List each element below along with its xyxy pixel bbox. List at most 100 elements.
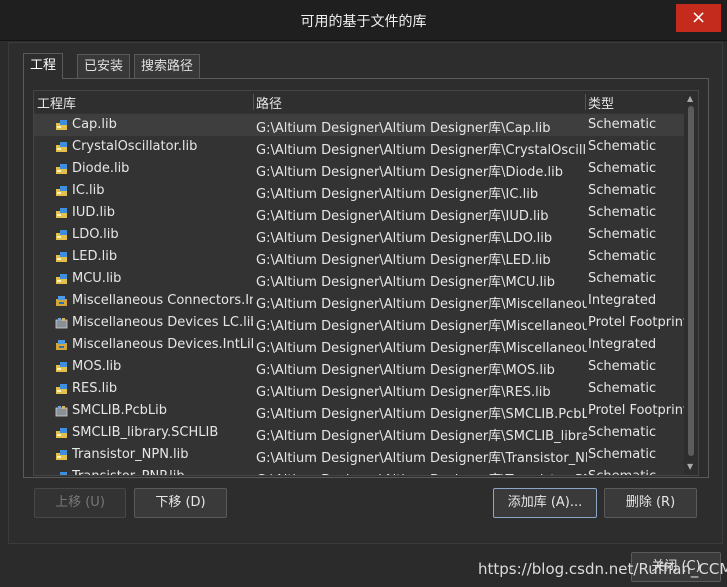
column-header-library[interactable]: 工程库 — [37, 93, 76, 112]
library-name-cell: MCU.lib — [72, 271, 122, 286]
library-name-cell: MOS.lib — [72, 359, 122, 374]
schlib-icon — [56, 362, 67, 372]
scroll-up-arrow-icon[interactable]: ▲ — [687, 94, 693, 103]
schlib-icon — [56, 274, 67, 284]
library-type-cell: Schematic — [588, 227, 657, 242]
library-path-cell: G:\Altium Designer\Altium Designer库\Cap.… — [256, 121, 551, 136]
column-header-path[interactable]: 路径 — [256, 93, 282, 112]
table-row[interactable]: IUD.lib G:\Altium Designer\Altium Designe… — [34, 202, 684, 224]
pcblib-icon — [55, 406, 68, 417]
intlib-icon — [56, 340, 67, 350]
schlib-icon — [56, 384, 67, 394]
library-type-cell: Schematic — [588, 359, 657, 374]
table-row[interactable]: MOS.lib G:\Altium Designer\Altium Designe… — [34, 356, 684, 378]
scrollbar-thumb[interactable] — [688, 106, 694, 456]
intlib-icon — [56, 296, 67, 306]
library-path-cell: G:\Altium Designer\Altium Designer库\SMCL… — [256, 429, 587, 444]
table-row[interactable]: MCU.lib G:\Altium Designer\Altium Designe… — [34, 268, 684, 290]
library-type-cell: Schematic — [588, 117, 657, 132]
schlib-icon — [56, 450, 67, 460]
library-name-cell: IUD.lib — [72, 205, 115, 220]
schlib-icon — [56, 120, 67, 130]
library-name-cell: SMCLIB_library.SCHLIB — [72, 425, 219, 440]
library-path-cell: G:\Altium Designer\Altium Designer库\LED.… — [256, 253, 551, 268]
library-name-cell: Miscellaneous Connectors.IntLib — [72, 293, 253, 308]
move-down-button[interactable]: 下移 (D) — [134, 488, 227, 518]
library-type-cell: Integrated — [588, 337, 657, 352]
library-name-cell: Miscellaneous Devices.IntLib — [72, 337, 253, 352]
library-path-cell: G:\Altium Designer\Altium Designer库\LDO.… — [256, 231, 553, 246]
schlib-icon — [56, 208, 67, 218]
library-table[interactable]: 工程库 路径 类型 Cap.lib G:\Altium Designer\Alti… — [33, 90, 699, 476]
library-name-cell: LED.lib — [72, 249, 118, 264]
table-row[interactable]: LED.lib G:\Altium Designer\Altium Designe… — [34, 246, 684, 268]
library-path-cell: G:\Altium Designer\Altium Designer库\Misc… — [256, 297, 587, 312]
title-bar: 可用的基于文件的库 × — [0, 0, 727, 41]
library-type-cell: Schematic — [588, 205, 657, 220]
table-row[interactable]: RES.lib G:\Altium Designer\Altium Designe… — [34, 378, 684, 400]
schlib-icon — [60, 472, 67, 475]
remove-button[interactable]: 删除 (R) — [604, 488, 697, 518]
library-type-cell: Schematic — [588, 447, 657, 462]
library-name-cell: Transistor_PNP.lib — [72, 469, 253, 475]
library-name-cell: LDO.lib — [72, 227, 119, 242]
column-divider[interactable] — [585, 94, 586, 110]
table-row[interactable]: Transistor_PNP.libG:\Altium Designer\Alt… — [34, 466, 684, 475]
tab-installed[interactable]: 已安装 — [77, 54, 131, 78]
library-path-cell: G:\Altium Designer\Altium Designer库\RES.… — [256, 385, 551, 400]
table-row[interactable]: Transistor_NPN.lib G:\Altium Designer\Alt… — [34, 444, 684, 466]
library-path-cell: G:\Altium Designer\Altium Designer库\Misc… — [256, 341, 587, 356]
add-library-button[interactable]: 添加库 (A)... — [493, 488, 597, 518]
table-row[interactable]: Diode.lib G:\Altium Designer\Altium Desig… — [34, 158, 684, 180]
schlib-icon — [56, 428, 67, 438]
library-path-cell: G:\Altium Designer\Altium Designer库\Diod… — [256, 165, 563, 180]
table-row[interactable]: SMCLIB_library.SCHLIB G:\Altium Designer\… — [34, 422, 684, 444]
column-divider[interactable] — [253, 94, 254, 110]
library-path-cell: G:\Altium Designer\Altium Designer库\Tran… — [256, 469, 587, 475]
library-type-cell: Schematic — [588, 425, 657, 440]
move-up-button[interactable]: 上移 (U) — [34, 488, 126, 518]
library-type-cell: Protel Footprint — [588, 403, 684, 418]
table-row[interactable]: Miscellaneous Devices LC.lib G:\Altium De… — [34, 312, 684, 334]
table-row[interactable]: Cap.lib G:\Altium Designer\Altium Designe… — [34, 114, 684, 136]
library-type-cell: Schematic — [588, 139, 657, 154]
table-row[interactable]: IC.lib G:\Altium Designer\Altium Designer… — [34, 180, 684, 202]
library-name-cell: Diode.lib — [72, 161, 130, 176]
library-type-cell: Schematic — [588, 271, 657, 286]
library-type-cell: Integrated — [588, 293, 657, 308]
library-name-cell: RES.lib — [72, 381, 118, 396]
table-row[interactable]: Miscellaneous Devices.IntLib G:\Altium De… — [34, 334, 684, 356]
library-type-cell: Schematic — [588, 183, 657, 198]
schlib-icon — [56, 164, 67, 174]
library-type-cell: Schematic — [588, 381, 657, 396]
table-row[interactable]: Miscellaneous Connectors.IntLibG:\Altium… — [34, 290, 684, 312]
table-row[interactable]: LDO.lib G:\Altium Designer\Altium Designe… — [34, 224, 684, 246]
library-path-cell: G:\Altium Designer\Altium Designer库\Misc… — [256, 319, 587, 334]
table-row[interactable]: SMCLIB.PcbLib G:\Altium Designer\Altium D… — [34, 400, 684, 422]
library-name-cell: CrystalOscillator.lib — [72, 139, 198, 154]
schlib-icon — [56, 230, 67, 240]
library-type-cell: Protel Footprint — [588, 315, 684, 330]
schlib-icon — [56, 252, 67, 262]
scroll-down-arrow-icon[interactable]: ▼ — [687, 462, 693, 471]
tab-search-path[interactable]: 搜索路径 — [134, 54, 201, 78]
library-path-cell: G:\Altium Designer\Altium Designer库\SMCL… — [256, 407, 587, 422]
pcblib-icon — [55, 318, 68, 329]
library-path-cell: G:\Altium Designer\Altium Designer库\IC.l… — [256, 187, 539, 202]
tab-project[interactable]: 工程 — [23, 53, 64, 79]
library-name-cell: SMCLIB.PcbLib — [72, 403, 168, 418]
vertical-scrollbar[interactable]: ▲ ▼ — [684, 91, 698, 475]
window-title: 可用的基于文件的库 — [300, 14, 427, 30]
library-path-cell: G:\Altium Designer\Altium Designer库\MCU.… — [256, 275, 555, 290]
library-name-cell: Miscellaneous Devices LC.lib — [72, 315, 253, 330]
schlib-icon — [56, 142, 67, 152]
close-icon[interactable]: × — [676, 4, 721, 32]
library-path-cell: G:\Altium Designer\Altium Designer库\Crys… — [256, 143, 587, 158]
library-path-cell: G:\Altium Designer\Altium Designer库\Tran… — [256, 451, 587, 466]
watermark: https://blog.csdn.net/Ruffian_CCM — [478, 560, 727, 578]
library-type-cell: Schematic — [588, 161, 657, 176]
table-row[interactable]: CrystalOscillator.lib G:\Altium Designer\… — [34, 136, 684, 158]
library-path-cell: G:\Altium Designer\Altium Designer库\MOS.… — [256, 363, 555, 378]
library-name-cell: Cap.lib — [72, 117, 117, 132]
column-header-type[interactable]: 类型 — [588, 93, 614, 112]
